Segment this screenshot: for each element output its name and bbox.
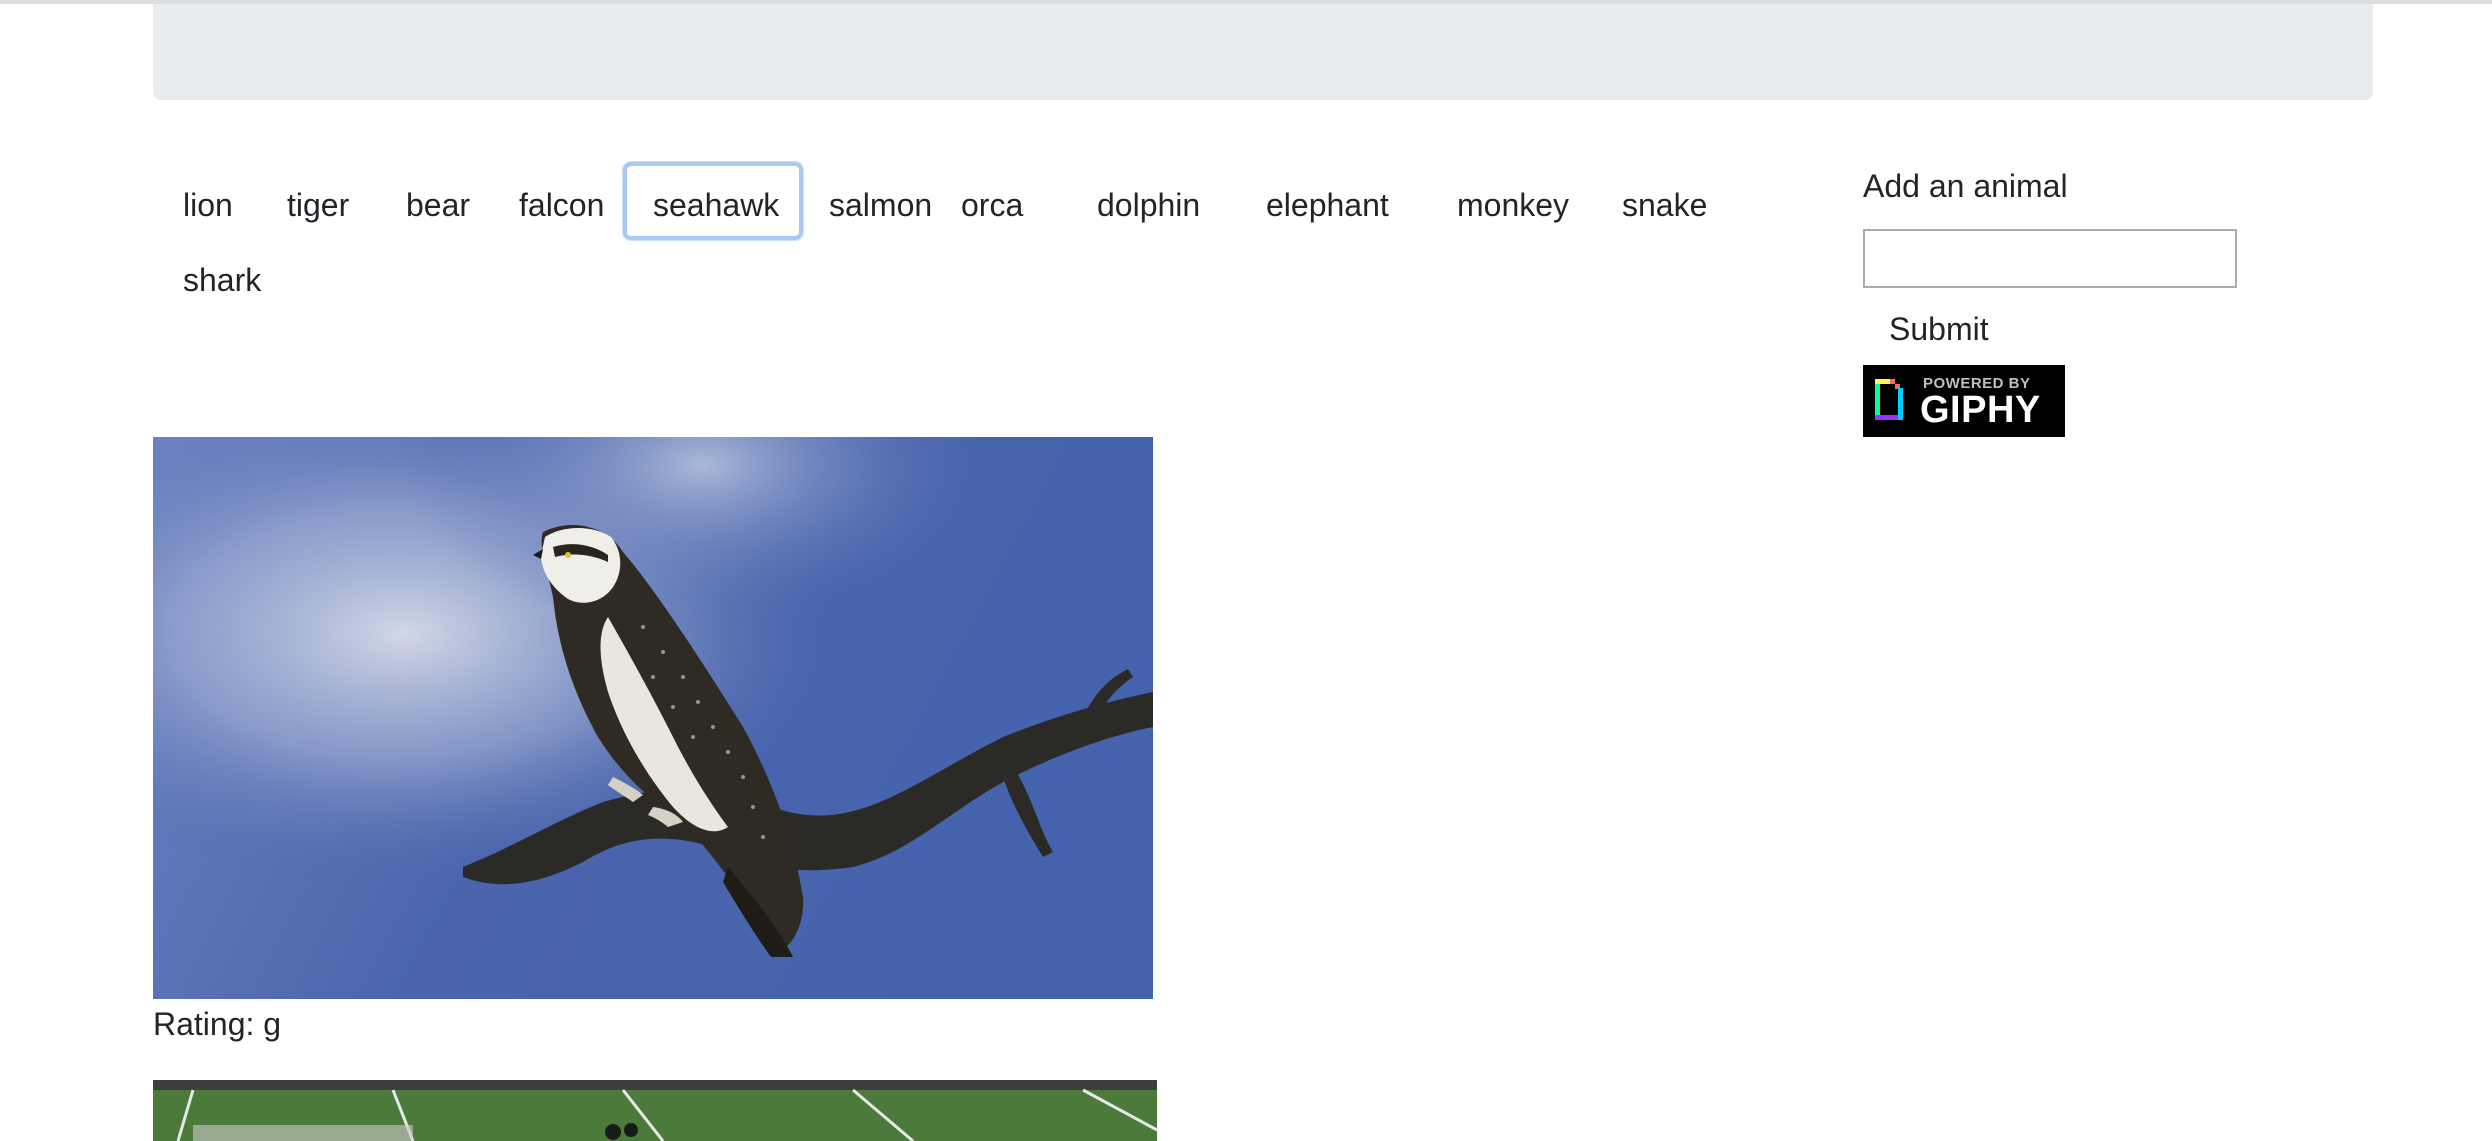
powered-by-giphy-badge: POWERED BY GIPHY <box>1863 365 2065 437</box>
animal-button-monkey[interactable]: monkey <box>1427 162 1599 240</box>
gif-image-osprey[interactable] <box>153 437 1153 999</box>
submit-button[interactable]: Submit <box>1863 305 2015 353</box>
animal-button-falcon[interactable]: falcon <box>489 162 634 240</box>
header-jumbotron <box>153 4 2373 100</box>
gif-rating-label: Rating: g <box>153 1006 282 1042</box>
animal-button-orca[interactable]: orca <box>931 162 1053 240</box>
animal-button-seahawk[interactable]: seahawk <box>623 162 803 240</box>
animal-button-tiger[interactable]: tiger <box>257 162 379 240</box>
animal-button-bear[interactable]: bear <box>376 162 500 240</box>
giphy-wordmark: GIPHY <box>1920 389 2041 431</box>
football-field-illustration <box>153 1080 1157 1141</box>
osprey-illustration <box>153 437 1153 999</box>
animal-button-shark[interactable]: shark <box>153 237 291 315</box>
animal-button-snake[interactable]: snake <box>1592 162 1737 240</box>
gif-image-football[interactable] <box>153 1080 1157 1141</box>
add-animal-label: Add an animal <box>1863 168 2068 204</box>
giphy-logo-icon <box>1875 379 1903 420</box>
animal-button-elephant[interactable]: elephant <box>1236 162 1419 240</box>
animal-button-dolphin[interactable]: dolphin <box>1067 162 1230 240</box>
animal-button-lion[interactable]: lion <box>153 162 263 240</box>
add-animal-input[interactable] <box>1863 229 2237 288</box>
